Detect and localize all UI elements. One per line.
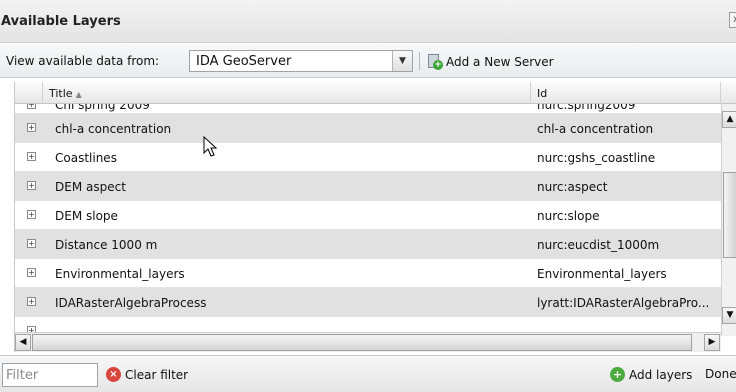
- table-row[interactable]: + DEM aspect nurc:aspect: [15, 172, 721, 201]
- table-row[interactable]: + chl-a concentration chl-a concentratio…: [15, 114, 721, 143]
- scroll-down-icon[interactable]: ▼: [722, 307, 736, 324]
- row-title: Environmental_layers: [55, 267, 185, 281]
- horizontal-scrollbar[interactable]: ◀ ▶: [15, 332, 721, 352]
- vertical-scroll-thumb[interactable]: [723, 172, 736, 258]
- server-select[interactable]: IDA GeoServer ▼: [189, 50, 413, 72]
- add-icon: +: [610, 367, 625, 382]
- expand-icon[interactable]: +: [27, 210, 36, 219]
- scroll-left-icon[interactable]: ◀: [15, 334, 31, 351]
- done-button[interactable]: Done: [705, 367, 736, 381]
- row-title: Coastlines: [55, 151, 117, 165]
- table-row[interactable]: + Chl spring 2009 nurc:spring2009: [15, 104, 721, 114]
- expander-column-header: [15, 82, 43, 104]
- column-header-id-label: Id: [537, 87, 548, 100]
- layers-grid: Title ▲ Id + Chl spring 2009 nurc:spring2…: [14, 82, 736, 352]
- toolbar: View available data from: IDA GeoServer …: [0, 44, 736, 78]
- window-titlebar: Available Layers x: [0, 0, 736, 43]
- row-id: nurc:eucdist_1000m: [537, 238, 660, 252]
- scroll-up-icon[interactable]: ▲: [722, 111, 736, 128]
- expand-icon[interactable]: +: [27, 104, 36, 109]
- close-icon[interactable]: x: [729, 12, 736, 28]
- row-id: nurc:spring2009: [537, 104, 636, 112]
- expand-icon[interactable]: +: [27, 123, 36, 132]
- add-server-label: Add a New Server: [446, 55, 554, 69]
- expand-icon[interactable]: +: [27, 152, 36, 161]
- add-server-button[interactable]: + Add a New Server: [427, 52, 554, 72]
- row-id: Environmental_layers: [537, 267, 667, 281]
- row-id: chl-a concentration: [537, 122, 654, 136]
- expand-icon[interactable]: +: [27, 181, 36, 190]
- table-row[interactable]: + DEM slope nurc:slope: [15, 201, 721, 230]
- vertical-scrollbar[interactable]: ▲ ▼: [721, 104, 736, 336]
- table-row[interactable]: + Coastlines nurc:gshs_coastline: [15, 143, 721, 172]
- column-header-title-label: Title: [49, 87, 73, 100]
- row-id: nurc:slope: [537, 209, 600, 223]
- horizontal-scroll-thumb[interactable]: [32, 334, 692, 351]
- expand-icon[interactable]: +: [27, 297, 36, 306]
- mouse-cursor-icon: [203, 136, 218, 157]
- expand-icon[interactable]: +: [27, 268, 36, 277]
- row-title: chl-a concentration: [55, 122, 172, 136]
- server-select-value: IDA GeoServer: [196, 54, 292, 69]
- row-title: DEM slope: [55, 209, 118, 223]
- clear-filter-label: Clear filter: [125, 367, 189, 382]
- scroll-right-icon[interactable]: ▶: [704, 334, 720, 351]
- toolbar-divider: [419, 52, 420, 70]
- row-title: DEM aspect: [55, 180, 126, 194]
- add-server-icon: +: [427, 54, 443, 70]
- column-header-title[interactable]: Title ▲: [43, 82, 531, 104]
- column-header-id[interactable]: Id: [531, 82, 721, 104]
- clear-filter-button[interactable]: × Clear filter: [106, 367, 188, 382]
- expand-icon[interactable]: +: [27, 239, 36, 248]
- row-id: nurc:aspect: [537, 180, 608, 194]
- table-row[interactable]: + IDARasterAlgebraProcess lyratt:IDARast…: [15, 288, 721, 317]
- row-title: IDARasterAlgebraProcess: [55, 296, 207, 310]
- row-id: nurc:gshs_coastline: [537, 151, 656, 165]
- grid-body: + Chl spring 2009 nurc:spring2009 + chl-…: [15, 104, 721, 336]
- clear-icon: ×: [106, 367, 121, 382]
- row-id: lyratt:IDARasterAlgebraPro...: [537, 296, 710, 310]
- window-title: Available Layers: [1, 14, 121, 29]
- grid-header: Title ▲ Id: [15, 82, 736, 104]
- sort-asc-icon: ▲: [75, 90, 82, 99]
- add-layers-button[interactable]: + Add layers: [610, 367, 692, 382]
- filter-input[interactable]: [2, 363, 98, 387]
- table-row[interactable]: + Distance 1000 m nurc:eucdist_1000m: [15, 230, 721, 259]
- chevron-down-icon[interactable]: ▼: [392, 51, 412, 71]
- add-layers-label: Add layers: [629, 367, 693, 382]
- row-title: Chl spring 2009: [55, 104, 150, 112]
- data-source-label: View available data from:: [6, 54, 160, 68]
- row-title: Distance 1000 m: [55, 238, 158, 252]
- table-row[interactable]: + Environmental_layers Environmental_lay…: [15, 259, 721, 288]
- footer-bar: × Clear filter + Add layers Done: [0, 355, 736, 392]
